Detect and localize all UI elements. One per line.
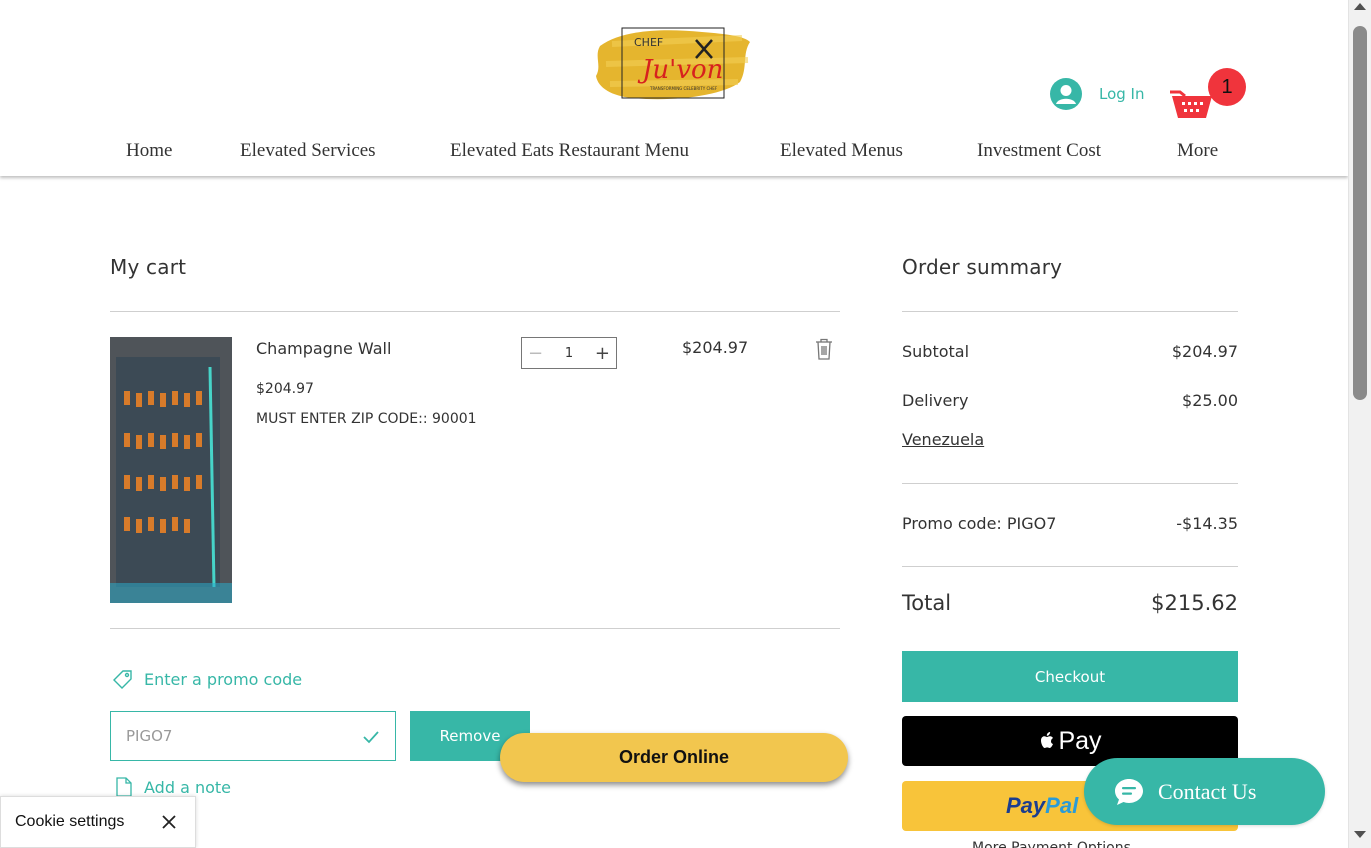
promo-code-link-label: Enter a promo code xyxy=(144,669,303,689)
delivery-label: Delivery xyxy=(902,391,969,410)
promo-label: Promo code: PIGO7 xyxy=(902,514,1057,533)
product-image[interactable] xyxy=(110,337,232,603)
login-label: Log In xyxy=(1099,85,1145,103)
cart-title: My cart xyxy=(110,255,187,279)
add-note-link[interactable]: Add a note xyxy=(116,777,231,797)
logo-text-main: Ju'von xyxy=(637,55,723,85)
cart-divider-bottom xyxy=(110,628,840,629)
cart-divider-top xyxy=(110,311,840,312)
nav-item-elevated-services[interactable]: Elevated Services xyxy=(240,140,376,162)
promo-discount: -$14.35 xyxy=(1176,514,1238,533)
nav-item-more[interactable]: More xyxy=(1177,140,1218,162)
trash-icon[interactable] xyxy=(814,338,834,360)
cookie-banner: Cookie settings xyxy=(0,796,196,848)
contact-us-label: Contact Us xyxy=(1158,778,1257,804)
summary-divider-top xyxy=(902,311,1238,312)
scroll-up-arrow-icon[interactable] xyxy=(1354,3,1366,10)
apple-pay-label: Pay xyxy=(1058,726,1102,755)
product-option: MUST ENTER ZIP CODE:: 90001 xyxy=(256,411,477,427)
product-name[interactable]: Champagne Wall xyxy=(256,339,391,358)
scrollbar-thumb[interactable] xyxy=(1353,26,1367,400)
promo-code-link[interactable]: Enter a promo code xyxy=(112,668,302,690)
site-header: CHEF Ju'von TRANSFORMING CELEBRITY CHEF … xyxy=(0,0,1348,176)
add-note-label: Add a note xyxy=(144,777,231,797)
checkout-button[interactable]: Checkout xyxy=(902,651,1238,702)
cookie-settings-link[interactable]: Cookie settings xyxy=(15,813,124,831)
subtotal-row: Subtotal $204.97 xyxy=(902,342,1238,361)
nav-item-elevated-menus[interactable]: Elevated Menus xyxy=(780,140,903,162)
delivery-value: $25.00 xyxy=(1182,391,1238,410)
subtotal-value: $204.97 xyxy=(1171,342,1238,361)
paypal-label-part1: Pay xyxy=(1006,793,1046,818)
note-icon xyxy=(116,777,132,797)
summary-divider-bottom xyxy=(902,566,1238,567)
total-row: Total $215.62 xyxy=(902,591,1238,615)
quantity-minus-button[interactable]: − xyxy=(528,343,543,364)
check-icon xyxy=(363,731,379,744)
chat-bubble-icon xyxy=(1115,778,1143,805)
tag-icon xyxy=(113,670,132,689)
scroll-down-arrow-icon[interactable] xyxy=(1354,831,1366,838)
subtotal-label: Subtotal xyxy=(902,342,970,361)
quantity-stepper[interactable]: − 1 + xyxy=(521,337,617,369)
close-icon[interactable] xyxy=(160,813,178,831)
more-payment-options-link[interactable]: More Payment Options xyxy=(972,840,1131,848)
vertical-scrollbar[interactable] xyxy=(1348,0,1371,848)
main-nav: Home Elevated Services Elevated Eats Res… xyxy=(0,140,1348,170)
promo-row: Promo code: PIGO7 -$14.35 xyxy=(902,514,1238,533)
quantity-value[interactable]: 1 xyxy=(565,346,573,361)
total-label: Total xyxy=(902,591,952,615)
product-unit-price: $204.97 xyxy=(256,381,314,397)
apple-icon xyxy=(1041,732,1054,748)
nav-item-investment-cost[interactable]: Investment Cost xyxy=(977,140,1101,162)
chef-juvon-logo[interactable]: CHEF Ju'von TRANSFORMING CELEBRITY CHEF xyxy=(592,24,752,104)
nav-item-home[interactable]: Home xyxy=(126,140,172,162)
promo-code-input[interactable]: PIGO7 xyxy=(110,711,396,761)
line-total: $204.97 xyxy=(682,338,749,357)
quantity-plus-button[interactable]: + xyxy=(595,343,610,364)
cart-count-badge: 1 xyxy=(1208,68,1246,106)
promo-code-value: PIGO7 xyxy=(126,727,173,745)
order-online-button[interactable]: Order Online xyxy=(500,733,848,782)
login-button[interactable]: Log In xyxy=(1050,78,1145,110)
nav-item-restaurant-menu[interactable]: Elevated Eats Restaurant Menu xyxy=(450,140,689,162)
delivery-country-link[interactable]: Venezuela xyxy=(902,430,984,449)
order-summary-title: Order summary xyxy=(902,255,1063,279)
total-value: $215.62 xyxy=(1151,591,1238,615)
paypal-label-part2: Pal xyxy=(1045,793,1079,818)
logo-text-sub: TRANSFORMING CELEBRITY CHEF xyxy=(649,86,718,91)
delivery-row: Delivery $25.00 xyxy=(902,391,1238,410)
contact-us-button[interactable]: Contact Us xyxy=(1084,758,1325,825)
user-avatar-icon xyxy=(1050,78,1082,110)
summary-divider-middle xyxy=(902,483,1238,484)
logo-text-top: CHEF xyxy=(634,36,663,49)
